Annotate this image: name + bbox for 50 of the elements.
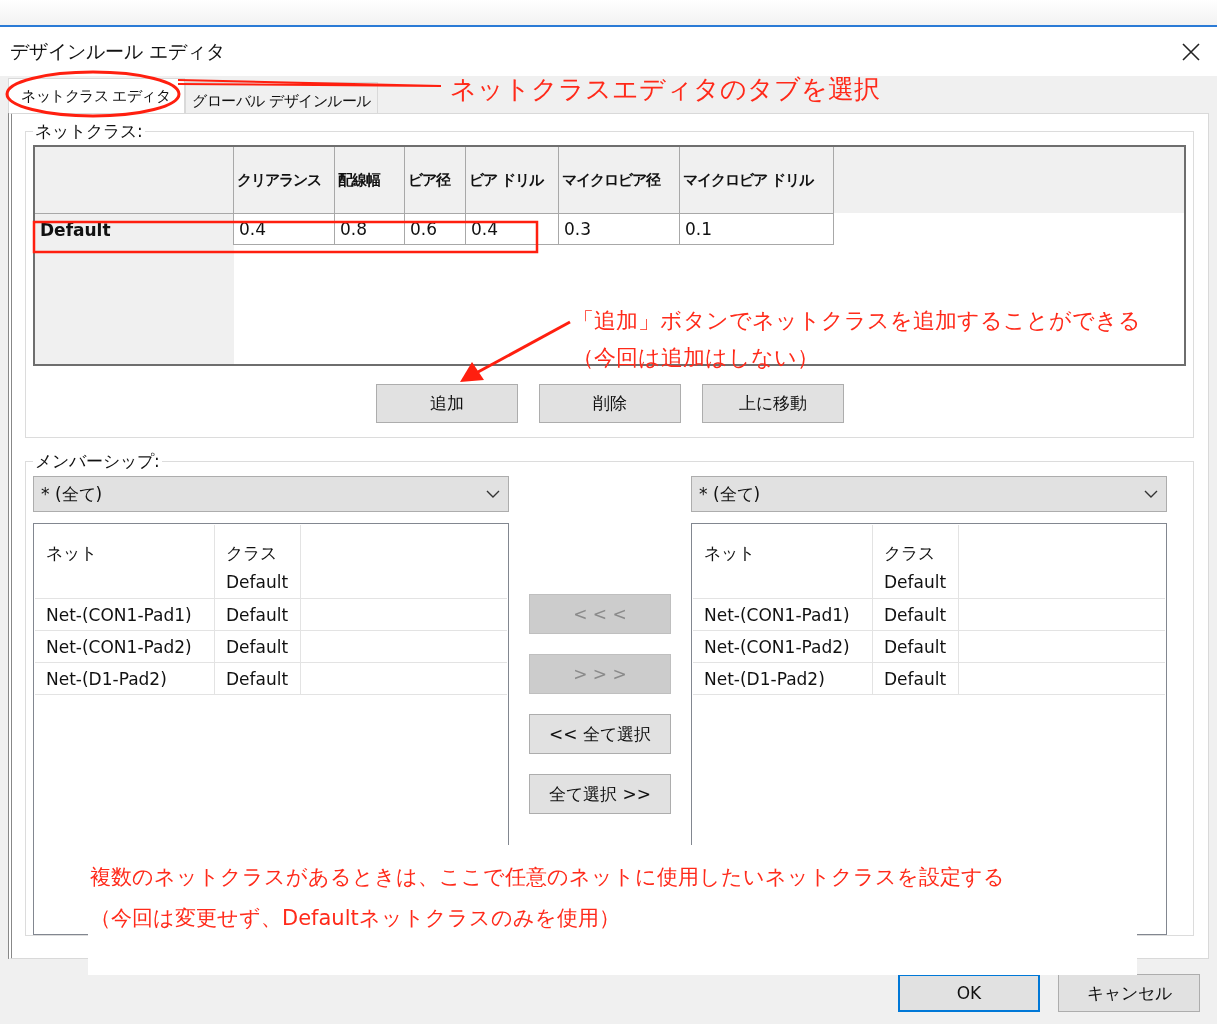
column-header: ビア ドリル [466,147,559,213]
row-header: Default [35,213,234,245]
tab[interactable]: グローバル デザインルール [185,82,378,113]
group-label: ネットクラス: [34,120,144,143]
ok-button[interactable]: OK [898,974,1040,1012]
column-header: マイクロビア ドリル [680,147,834,213]
table-cell[interactable]: Net-(CON1-Pad2) [35,631,215,662]
button[interactable]: 全て選択 >> [529,774,671,814]
table-cell[interactable]: Default [215,599,301,630]
table-cell[interactable]: Net-(CON1-Pad1) [35,599,215,630]
table-cell[interactable]: Net-(D1-Pad2) [35,663,215,694]
column-header: クラス [873,525,959,565]
chevron-down-icon [1143,489,1159,499]
table-cell[interactable]: Default [215,663,301,694]
table-cell[interactable]: Default [873,663,959,694]
table-cell[interactable]: Default [215,631,301,662]
column-header: ビア径 [405,147,466,213]
column-header: 配線幅 [335,147,405,213]
table-cell[interactable]: Default [873,631,959,662]
annotation-text: 複数のネットクラスがあるときは、ここで任意のネットに使用したいネットクラスを設定する [90,864,1006,891]
group-label: メンバーシップ: [34,450,161,473]
column-header: マイクロビア径 [559,147,680,213]
filter-cell: Default [873,565,959,598]
table-cell[interactable]: 0.1 [680,213,834,245]
table-cell[interactable]: Net-(CON1-Pad2) [693,631,873,662]
annotation-text: ネットクラスエディタのタブを選択 [450,73,880,106]
column-header: ネット [35,525,215,565]
button[interactable]: 削除 [538,384,681,423]
cancel-button[interactable]: キャンセル [1058,974,1200,1012]
annotation-text: 「追加」ボタンでネットクラスを追加することができる [572,307,1141,335]
table-cell[interactable]: 0.3 [559,213,680,245]
table-cell[interactable]: Net-(CON1-Pad1) [693,599,873,630]
table-cell[interactable]: Default [873,599,959,630]
annotation-text: （今回は追加はしない） [572,344,820,372]
tab[interactable]: ネットクラス エディタ [8,78,186,113]
table-cell[interactable]: Net-(D1-Pad2) [693,663,873,694]
filter-dropdown[interactable]: * (全て) [691,476,1167,512]
column-header: ネット [693,525,873,565]
window-title: デザインルール エディタ [10,38,226,64]
button[interactable]: 追加 [375,384,518,423]
chevron-down-icon [485,489,501,499]
filter-cell: Default [215,565,301,598]
button[interactable]: 上に移動 [701,384,844,423]
filter-dropdown[interactable]: * (全て) [33,476,509,512]
annotation-text: （今回は変更せず、Defaultネットクラスのみを使用） [90,905,621,932]
column-header: クリアランス [234,147,335,213]
column-header: クラス [215,525,301,565]
dropdown-value: * (全て) [699,482,761,506]
dropdown-value: * (全て) [41,482,103,506]
button[interactable]: << 全て選択 [529,714,671,754]
